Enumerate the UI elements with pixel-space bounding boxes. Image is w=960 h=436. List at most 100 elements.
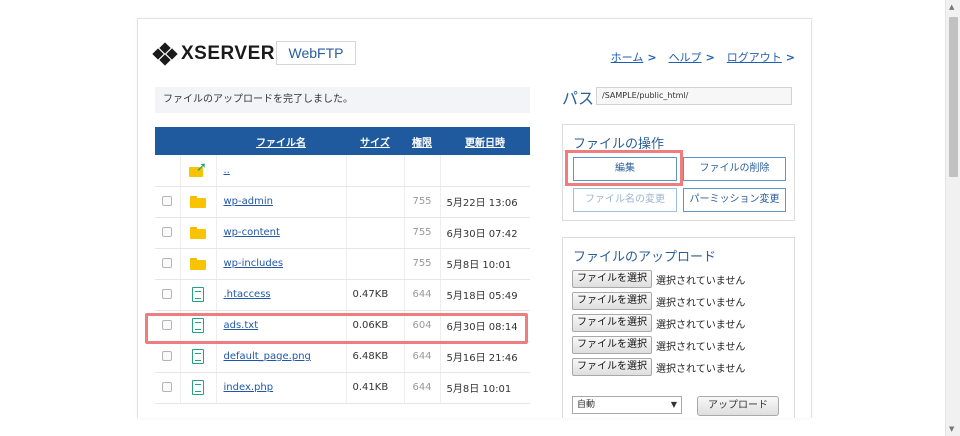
upload-file-row: ファイルを選択 選択されていません xyxy=(572,270,745,288)
nav-home-link[interactable]: ホーム xyxy=(611,51,644,64)
parent-folder-icon: ➚ xyxy=(189,161,207,178)
file-date: 6月30日 07:42 xyxy=(440,217,530,249)
row-checkbox[interactable] xyxy=(162,382,173,392)
table-row: index.php 0.41KB 644 5月8日 10:01 xyxy=(155,372,530,404)
file-perm: 644 xyxy=(404,279,441,311)
file-perm: 644 xyxy=(404,372,441,404)
upload-file-row: ファイルを選択 選択されていません xyxy=(572,292,745,310)
transfer-mode-value: 自動 xyxy=(577,400,596,410)
rename-file-button[interactable]: ファイル名の変更 xyxy=(573,188,677,212)
file-operations-panel: ファイルの操作 編集 ファイルの削除 ファイル名の変更 パーミッション変更 xyxy=(562,124,795,221)
folder-icon xyxy=(190,226,206,239)
row-checkbox[interactable] xyxy=(162,351,173,361)
document-icon xyxy=(192,349,204,364)
header-size[interactable]: サイズ xyxy=(346,127,404,155)
nav-help[interactable]: ヘルプ > xyxy=(669,49,715,65)
row-checkbox[interactable] xyxy=(162,289,173,299)
xserver-logo: XSERVER xyxy=(152,42,275,66)
top-nav: ホーム > ヘルプ > ログアウト > xyxy=(611,49,795,65)
upload-button[interactable]: アップロード xyxy=(697,396,779,416)
operations-title: ファイルの操作 xyxy=(573,137,665,152)
table-row-parent: ➚ .. xyxy=(155,155,530,187)
file-name-link[interactable]: index.php xyxy=(224,382,274,393)
file-date: 5月22日 13:06 xyxy=(440,186,530,218)
file-status: 選択されていません xyxy=(656,275,746,287)
upload-title: ファイルのアップロード xyxy=(573,250,717,265)
choose-file-button[interactable]: ファイルを選択 xyxy=(572,314,652,332)
file-name-link[interactable]: wp-admin xyxy=(224,196,273,207)
scrollbar-thumb[interactable] xyxy=(949,17,958,177)
nav-logout-link[interactable]: ログアウト xyxy=(727,51,782,64)
nav-logout[interactable]: ログアウト > xyxy=(727,49,795,65)
sort-name-link[interactable]: ファイル名 xyxy=(256,138,306,149)
transfer-mode-select[interactable]: 自動 ▼ xyxy=(572,396,682,414)
header-check xyxy=(155,127,180,155)
change-permission-button[interactable]: パーミッション変更 xyxy=(683,188,786,212)
file-size: 6.48KB xyxy=(346,341,405,373)
file-perm: 755 xyxy=(404,217,441,249)
upload-file-row: ファイルを選択 選択されていません xyxy=(572,336,745,354)
choose-file-button[interactable]: ファイルを選択 xyxy=(572,270,652,288)
file-name-link[interactable]: default_page.png xyxy=(224,351,311,362)
folder-icon xyxy=(190,195,206,208)
file-upload-panel: ファイルのアップロード ファイルを選択 選択されていません ファイルを選択 選択… xyxy=(562,237,795,418)
file-size xyxy=(346,248,405,280)
logo-mark-icon xyxy=(152,42,178,66)
table-header-row: ファイル名 サイズ 権限 更新日時 xyxy=(155,127,530,155)
file-name-link[interactable]: .htaccess xyxy=(224,289,271,300)
file-perm: 755 xyxy=(404,248,441,280)
file-name-link[interactable]: wp-content xyxy=(224,227,280,238)
header-date[interactable]: 更新日時 xyxy=(440,127,530,155)
table-row: .htaccess 0.47KB 644 5月18日 05:49 xyxy=(155,279,530,311)
file-size: 0.41KB xyxy=(346,372,405,404)
table-row: default_page.png 6.48KB 644 5月16日 21:46 xyxy=(155,341,530,373)
app-name-badge: WebFTP xyxy=(276,41,356,65)
header-name[interactable]: ファイル名 xyxy=(216,127,346,155)
file-date: 6月30日 08:14 xyxy=(440,310,530,342)
file-size xyxy=(346,186,405,218)
file-size: 0.06KB xyxy=(346,310,405,342)
vertical-scrollbar[interactable]: ▲ ▼ xyxy=(945,0,960,436)
table-row: wp-content 755 6月30日 07:42 xyxy=(155,217,530,249)
sort-perm-link[interactable]: 権限 xyxy=(412,138,432,149)
file-size xyxy=(346,217,405,249)
row-checkbox[interactable] xyxy=(162,196,173,206)
scroll-down-arrow-icon[interactable]: ▼ xyxy=(949,425,954,433)
file-table: ファイル名 サイズ 権限 更新日時 ➚ .. wp-admin 755 5月22… xyxy=(155,127,530,404)
document-icon xyxy=(192,318,204,333)
file-status: 選択されていません xyxy=(656,319,746,331)
parent-dir-link[interactable]: .. xyxy=(224,165,230,176)
file-name-link[interactable]: wp-includes xyxy=(224,258,284,269)
row-checkbox[interactable] xyxy=(162,258,173,268)
document-icon xyxy=(192,380,204,395)
file-status: 選択されていません xyxy=(656,297,746,309)
file-date: 5月18日 05:49 xyxy=(440,279,530,311)
table-row-selected: ads.txt 0.06KB 604 6月30日 08:14 xyxy=(155,310,530,342)
file-perm: 644 xyxy=(404,341,441,373)
header-icon xyxy=(180,127,216,155)
dropdown-arrow-icon: ▼ xyxy=(670,400,677,409)
choose-file-button[interactable]: ファイルを選択 xyxy=(572,358,652,376)
row-checkbox[interactable] xyxy=(162,227,173,237)
sort-date-link[interactable]: 更新日時 xyxy=(465,138,505,149)
status-message: ファイルのアップロードを完了しました。 xyxy=(155,87,530,113)
header-perm[interactable]: 権限 xyxy=(404,127,440,155)
file-status: 選択されていません xyxy=(656,341,746,353)
choose-file-button[interactable]: ファイルを選択 xyxy=(572,292,652,310)
table-row: wp-admin 755 5月22日 13:06 xyxy=(155,186,530,218)
path-input[interactable]: /SAMPLE/public_html/ xyxy=(596,87,792,105)
choose-file-button[interactable]: ファイルを選択 xyxy=(572,336,652,354)
nav-help-link[interactable]: ヘルプ xyxy=(669,51,702,64)
sort-size-link[interactable]: サイズ xyxy=(360,138,390,149)
document-icon xyxy=(192,287,204,302)
upload-file-row: ファイルを選択 選択されていません xyxy=(572,314,745,332)
scroll-up-arrow-icon[interactable]: ▲ xyxy=(949,3,954,11)
path-label: パス xyxy=(562,89,595,108)
nav-home[interactable]: ホーム > xyxy=(611,49,657,65)
file-name-link[interactable]: ads.txt xyxy=(224,320,259,331)
file-perm: 755 xyxy=(404,186,441,218)
delete-file-button[interactable]: ファイルの削除 xyxy=(683,157,786,181)
folder-icon xyxy=(190,257,206,270)
edit-button[interactable]: 編集 xyxy=(573,157,677,181)
row-checkbox[interactable] xyxy=(162,320,173,330)
